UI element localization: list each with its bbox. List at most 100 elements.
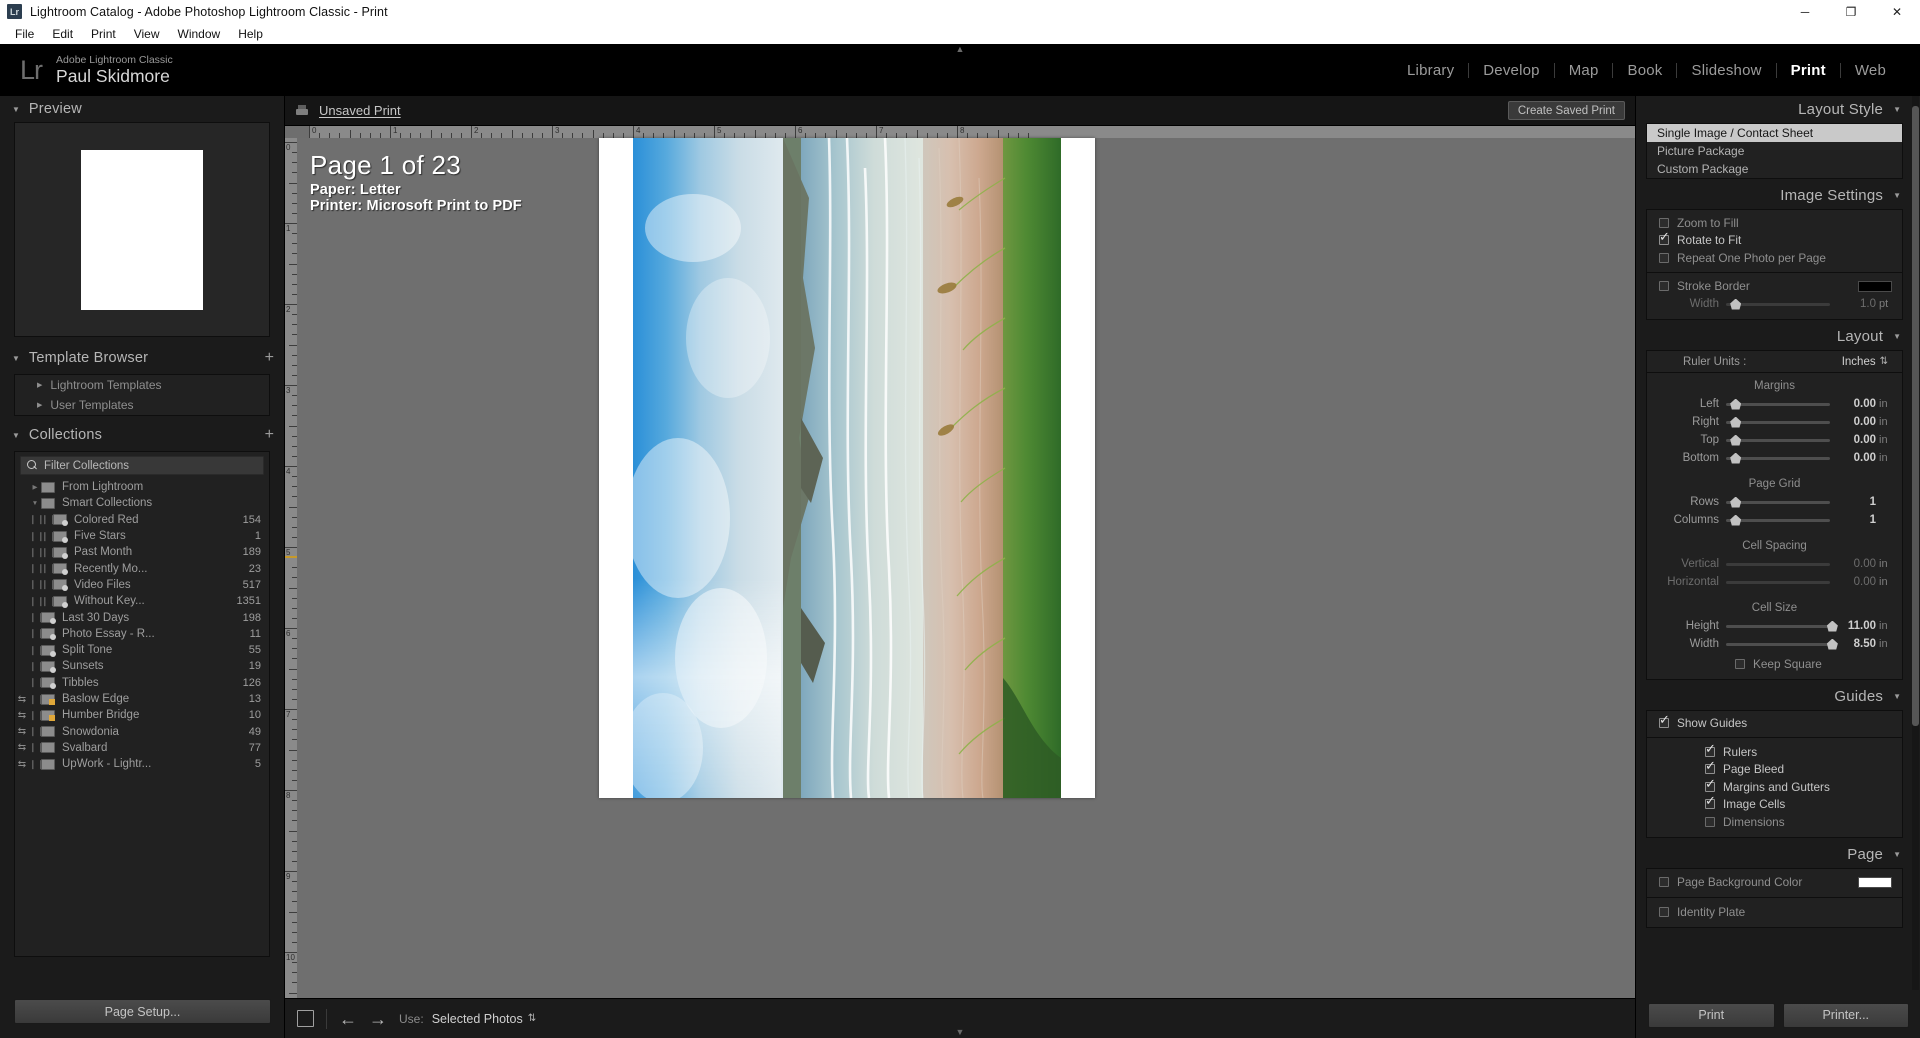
scrollbar-thumb[interactable] (1912, 106, 1919, 726)
page-background-color-swatch[interactable] (1858, 876, 1892, 888)
collection-row[interactable]: ❙❙ ❙❙ Video Files 517 (15, 577, 269, 593)
stroke-width-row[interactable]: Width 1.0 pt (1647, 295, 1902, 313)
collection-row[interactable]: ❙❙ Photo Essay - R... 11 (15, 626, 269, 642)
collection-row[interactable]: ❙❙ Sunsets 19 (15, 658, 269, 674)
page-background-color-row[interactable]: Page Background Color (1647, 874, 1902, 892)
template-browser-header[interactable]: ▼ Template Browser + (0, 345, 284, 371)
zoom-to-fill-row[interactable]: Zoom to Fill (1647, 214, 1902, 232)
slider-track[interactable] (1726, 434, 1830, 446)
disclosure-triangle-icon[interactable]: ▶ (29, 483, 41, 491)
maximize-icon[interactable]: ❐ (1828, 0, 1874, 23)
add-template-icon[interactable]: + (265, 350, 274, 366)
checkbox-icon[interactable] (1659, 230, 1670, 246)
slider-row-vertical[interactable]: Vertical 0.00 in (1647, 555, 1902, 573)
slider-track[interactable] (1726, 398, 1830, 410)
module-slideshow[interactable]: Slideshow (1677, 62, 1775, 79)
page-setup-button[interactable]: Page Setup... (14, 999, 271, 1024)
module-book[interactable]: Book (1613, 62, 1676, 79)
slider-track[interactable] (1726, 620, 1838, 632)
layout-style-picture-package[interactable]: Picture Package (1647, 142, 1902, 160)
slider-row-top[interactable]: Top 0.00 in (1647, 431, 1902, 449)
slider-row-bottom[interactable]: Bottom 0.00 in (1647, 449, 1902, 467)
collection-row[interactable]: ❙❙ Tibbles 126 (15, 675, 269, 691)
checkbox-icon[interactable] (1705, 794, 1716, 810)
slider-row-width[interactable]: Width 8.50 in (1647, 635, 1902, 653)
slider-track[interactable] (1726, 638, 1838, 650)
photo-cell[interactable] (633, 138, 1061, 798)
create-saved-print-button[interactable]: Create Saved Print (1507, 101, 1625, 120)
slider-row-right[interactable]: Right 0.00 in (1647, 413, 1902, 431)
slider-track[interactable] (1726, 562, 1830, 566)
chevron-updown-icon[interactable]: ⇅ (528, 1013, 536, 1024)
slider-track[interactable] (1726, 452, 1830, 464)
menu-window[interactable]: Window (169, 25, 230, 43)
guide-row-dimensions[interactable]: Dimensions (1647, 813, 1902, 831)
layout-style-header[interactable]: Layout Style ▼ (1636, 96, 1913, 123)
collection-row[interactable]: ⇆ ❙❙ Svalbard 77 (15, 740, 269, 756)
ruler-units-row[interactable]: Ruler Units : Inches ⇅ (1647, 351, 1902, 373)
slider-track[interactable] (1726, 496, 1830, 508)
slider-row-height[interactable]: Height 11.00 in (1647, 617, 1902, 635)
menu-view[interactable]: View (125, 25, 169, 43)
identity-plate[interactable]: Adobe Lightroom Classic Paul Skidmore (56, 54, 173, 86)
guides-header[interactable]: Guides ▼ (1636, 683, 1913, 710)
checkbox-icon[interactable] (1705, 759, 1716, 775)
checkbox-icon[interactable] (1705, 777, 1716, 792)
repeat-one-photo-row[interactable]: Repeat One Photo per Page (1647, 249, 1902, 267)
collection-row[interactable]: ❙❙ Last 30 Days 198 (15, 609, 269, 625)
collections-header[interactable]: ▼ Collections + (0, 422, 284, 448)
checkbox-icon[interactable] (1659, 713, 1670, 729)
ruler-guide-marker[interactable] (285, 556, 297, 558)
keep-square-row[interactable]: Keep Square (1647, 655, 1902, 673)
horizontal-ruler[interactable]: 0 1 2 3 4 5 6 7 8 (285, 126, 1635, 138)
collection-row[interactable]: ⇆ ❙❙ UpWork - Lightr... 5 (15, 756, 269, 772)
preview-panel-header[interactable]: ▼ Preview (0, 96, 284, 122)
slider-row-columns[interactable]: Columns 1 (1647, 511, 1902, 529)
show-guides-row[interactable]: Show Guides (1647, 713, 1902, 733)
collection-row[interactable]: ⇆ ❙❙ Humber Bridge 10 (15, 707, 269, 723)
collection-row[interactable]: ❙❙ ❙❙ Past Month 189 (15, 544, 269, 560)
slider-row-horizontal[interactable]: Horizontal 0.00 in (1647, 573, 1902, 591)
layout-header[interactable]: Layout ▼ (1636, 323, 1913, 350)
guide-row-image-cells[interactable]: Image Cells (1647, 794, 1902, 814)
module-print[interactable]: Print (1777, 62, 1840, 79)
collection-row[interactable]: ⇆ ❙❙ Snowdonia 49 (15, 723, 269, 739)
checkbox-icon[interactable] (1659, 217, 1669, 228)
stroke-width-slider[interactable] (1726, 298, 1830, 310)
collection-row[interactable]: ❙❙ ❙❙ Recently Mo... 23 (15, 560, 269, 576)
module-library[interactable]: Library (1393, 62, 1468, 79)
checkbox-icon[interactable] (1659, 877, 1669, 888)
add-collection-icon[interactable]: + (265, 427, 274, 443)
rotate-to-fit-row[interactable]: Rotate to Fit (1647, 230, 1902, 250)
close-icon[interactable]: ✕ (1874, 0, 1920, 23)
print-button[interactable]: Print (1648, 1002, 1775, 1028)
module-web[interactable]: Web (1841, 62, 1900, 79)
page-sheet[interactable] (599, 138, 1095, 798)
print-preview-canvas[interactable]: Page 1 of 23 Paper: Letter Printer: Micr… (297, 138, 1635, 998)
collection-row[interactable]: ▶ From Lightroom (15, 479, 269, 495)
guide-row-rulers[interactable]: Rulers (1647, 742, 1902, 761)
checkbox-icon[interactable] (1659, 281, 1669, 292)
stroke-border-color-swatch[interactable] (1858, 280, 1892, 292)
module-map[interactable]: Map (1555, 62, 1613, 79)
grid-toggle-icon[interactable] (297, 1010, 314, 1027)
template-group-user[interactable]: ▶ User Templates (15, 395, 269, 415)
layout-style-custom-package[interactable]: Custom Package (1647, 160, 1902, 178)
layout-style-single-image[interactable]: Single Image / Contact Sheet (1647, 124, 1902, 142)
collection-row[interactable]: ❙❙ ❙❙ Without Key... 1351 (15, 593, 269, 609)
checkbox-icon[interactable] (1705, 816, 1715, 827)
ruler-units-value[interactable]: Inches (1842, 356, 1876, 368)
collection-row[interactable]: ❙❙ ❙❙ Colored Red 154 (15, 512, 269, 528)
checkbox-icon[interactable] (1659, 906, 1669, 917)
image-settings-header[interactable]: Image Settings ▼ (1636, 182, 1913, 209)
menu-help[interactable]: Help (229, 25, 272, 43)
printer-button[interactable]: Printer... (1782, 1002, 1909, 1028)
filter-collections-input[interactable]: Filter Collections (20, 456, 264, 475)
collection-row[interactable]: ▼ Smart Collections (15, 495, 269, 511)
identity-plate-row[interactable]: Identity Plate (1647, 903, 1902, 921)
collection-row[interactable]: ⇆ ❙❙ Baslow Edge 13 (15, 691, 269, 707)
checkbox-icon[interactable] (1735, 658, 1745, 669)
checkbox-icon[interactable] (1705, 742, 1716, 757)
stroke-border-row[interactable]: Stroke Border (1647, 278, 1902, 296)
slider-track[interactable] (1726, 580, 1830, 584)
